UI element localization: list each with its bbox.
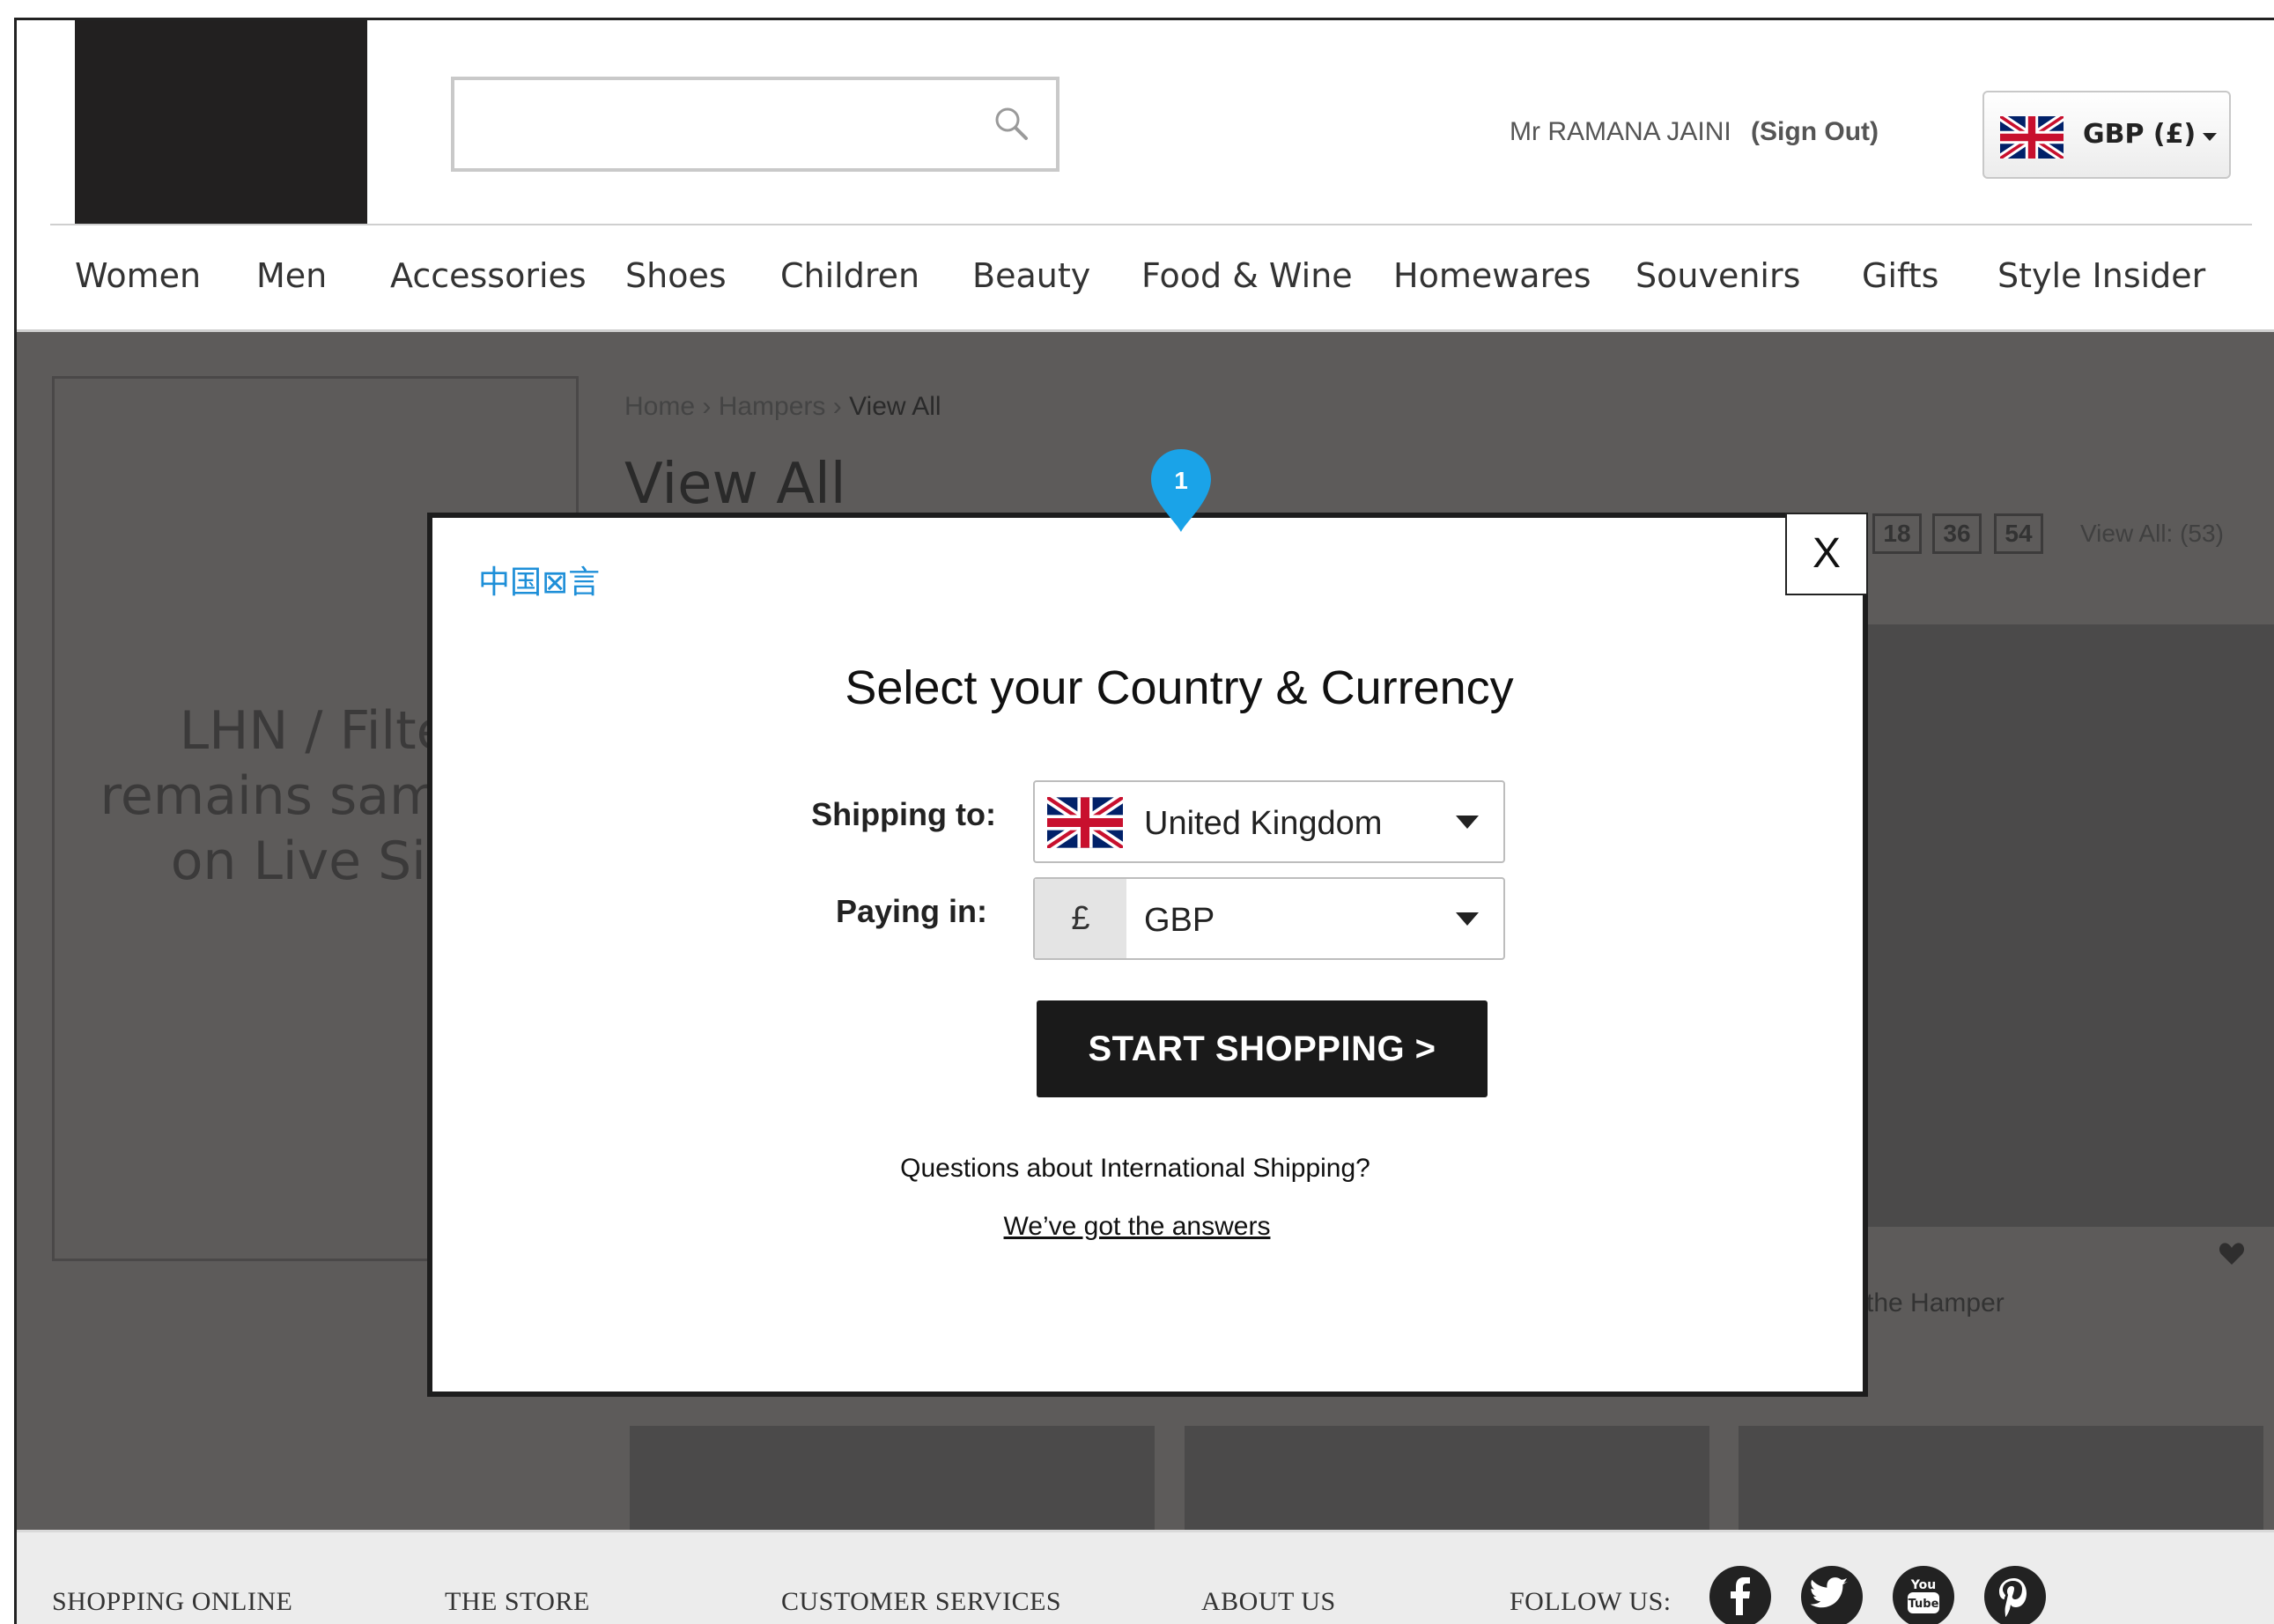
footer-link-customer-services[interactable]: CUSTOMER SERVICES (781, 1587, 1061, 1617)
nav-item-men[interactable]: Men (256, 256, 327, 295)
footer-link-about-us[interactable]: ABOUT US (1201, 1587, 1336, 1617)
shipping-answers-link[interactable]: We’ve got the answers (432, 1212, 1842, 1242)
shipping-country-value: United Kingdom (1144, 805, 1383, 842)
nav-item-gifts[interactable]: Gifts (1862, 256, 1938, 295)
twitter-icon[interactable] (1801, 1566, 1863, 1624)
youtube-icon[interactable]: You Tube (1893, 1566, 1954, 1624)
annotation-marker: 1 (1151, 449, 1211, 532)
search-icon[interactable] (993, 105, 1031, 144)
search-box[interactable] (451, 77, 1059, 172)
product-name[interactable]: the Hamper (1866, 1288, 2005, 1318)
dropdown-arrow-icon (1456, 912, 1479, 926)
follow-us-label: FOLLOW US: (1510, 1587, 1672, 1616)
facebook-icon[interactable] (1709, 1566, 1771, 1624)
chinese-language-link[interactable]: 中国⊠言 (478, 557, 600, 602)
annotation-marker-number: 1 (1174, 467, 1188, 494)
uk-flag-icon (1047, 797, 1123, 848)
nav-item-food-wine[interactable]: Food & Wine (1141, 256, 1353, 295)
uk-flag-icon (2000, 116, 2064, 159)
user-name: Mr RAMANA JAINI (1510, 117, 1731, 146)
modal-title: Select your Country & Currency (845, 661, 1514, 714)
footer-link-the-store[interactable]: THE STORE (445, 1587, 590, 1617)
caret-down-icon (2203, 133, 2217, 141)
currency-value: GBP (1144, 902, 1215, 939)
international-shipping-question: Questions about International Shipping? (900, 1154, 1370, 1183)
nav-item-shoes[interactable]: Shoes (625, 256, 727, 295)
nav-item-accessories[interactable]: Accessories (390, 256, 587, 295)
nav-item-style-insider[interactable]: Style Insider (1997, 256, 2205, 295)
currency-symbol: £ (1035, 879, 1126, 958)
footer: SHOPPING ONLINE THE STORE CUSTOMER SERVI… (17, 1530, 2274, 1624)
start-shopping-button[interactable]: START SHOPPING > (1037, 1000, 1488, 1097)
search-input[interactable] (454, 80, 983, 168)
svg-text:Tube: Tube (1909, 1598, 1939, 1611)
pinterest-icon[interactable] (1984, 1566, 2046, 1624)
close-button[interactable]: X (1785, 513, 1868, 595)
product-tile[interactable] (630, 1426, 1155, 1530)
nav-item-women[interactable]: Women (75, 256, 201, 295)
nav-item-homewares[interactable]: Homewares (1393, 256, 1591, 295)
shipping-to-label: Shipping to: (811, 796, 996, 832)
breadcrumb-home[interactable]: Home (624, 392, 695, 421)
breadcrumb-separator: › (695, 392, 719, 421)
footer-link-shopping-online[interactable]: SHOPPING ONLINE (52, 1587, 292, 1617)
breadcrumb-separator: › (825, 392, 850, 421)
header-divider (50, 224, 2252, 225)
sign-out-link[interactable]: (Sign Out) (1751, 117, 1879, 146)
view-all-link[interactable]: View All: (53) (2080, 520, 2224, 548)
product-tile[interactable] (1185, 1426, 1709, 1530)
nav-item-children[interactable]: Children (780, 256, 919, 295)
logo[interactable] (75, 20, 367, 224)
currency-label: GBP (£) (2083, 119, 2196, 150)
breadcrumb-current: View All (849, 392, 941, 421)
nav-item-souvenirs[interactable]: Souvenirs (1635, 256, 1800, 295)
per-page-36[interactable]: 36 (1932, 513, 1982, 554)
country-currency-modal: X 中国⊠言 Select your Country & Currency Sh… (427, 513, 1868, 1397)
currency-select[interactable]: £ GBP (1033, 877, 1505, 960)
paying-in-label: Paying in: (835, 893, 987, 929)
per-page-54[interactable]: 54 (1994, 513, 2043, 554)
currency-selector-button[interactable]: GBP (£) (1982, 91, 2231, 179)
page-title: View All (624, 452, 846, 517)
svg-text:You: You (1910, 1578, 1936, 1592)
dropdown-arrow-icon (1456, 816, 1479, 829)
user-greeting: Mr RAMANA JAINI (Sign Out) (1510, 117, 1879, 147)
per-page-18[interactable]: 18 (1872, 513, 1922, 554)
shipping-country-select[interactable]: United Kingdom (1033, 780, 1505, 863)
product-tile[interactable] (1739, 1426, 2263, 1530)
breadcrumb: Home › Hampers › View All (624, 392, 941, 422)
nav-item-beauty[interactable]: Beauty (972, 256, 1090, 295)
breadcrumb-hampers[interactable]: Hampers (719, 392, 826, 421)
heart-icon[interactable] (2219, 1241, 2245, 1266)
